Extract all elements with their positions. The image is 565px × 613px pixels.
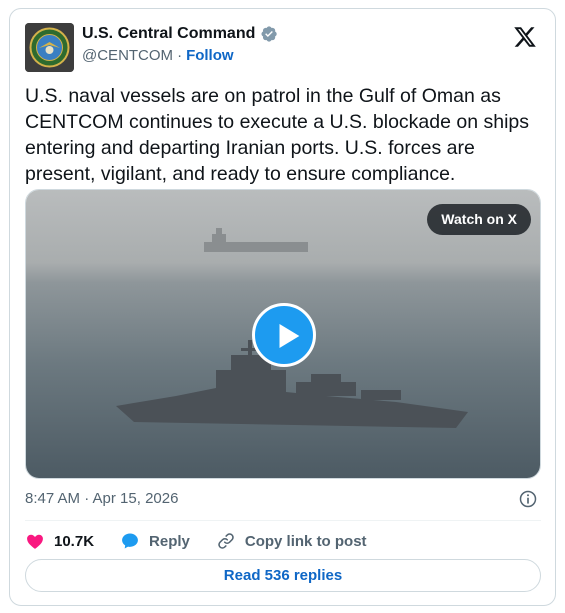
like-count: 10.7K bbox=[54, 532, 95, 550]
play-button[interactable] bbox=[252, 303, 316, 367]
follow-button[interactable]: Follow bbox=[186, 47, 234, 64]
copy-link-label: Copy link to post bbox=[244, 532, 367, 550]
author-handle[interactable]: @CENTCOM bbox=[82, 47, 173, 64]
author-display-name[interactable]: U.S. Central Command bbox=[82, 25, 255, 43]
divider bbox=[25, 520, 541, 521]
video-player[interactable]: Watch on X bbox=[25, 189, 541, 479]
link-icon bbox=[218, 533, 234, 549]
author-handle-row: @CENTCOM · Follow bbox=[82, 47, 234, 64]
read-replies-button[interactable]: Read 536 replies bbox=[25, 559, 541, 592]
post-text: U.S. naval vessels are on patrol in the … bbox=[25, 85, 529, 185]
post-card: U.S. Central Command @CENTCOM · Follow U… bbox=[9, 8, 556, 606]
like-button[interactable]: 10.7K bbox=[25, 531, 94, 551]
x-logo-icon[interactable] bbox=[513, 25, 537, 49]
info-icon[interactable] bbox=[518, 489, 538, 509]
verified-badge-icon bbox=[260, 25, 278, 43]
separator-dot: · bbox=[177, 47, 183, 64]
copy-link-button[interactable]: Copy link to post bbox=[216, 531, 367, 551]
heart-icon bbox=[27, 534, 43, 549]
watch-on-x-button[interactable]: Watch on X bbox=[427, 204, 531, 235]
reply-label: Reply bbox=[149, 532, 190, 550]
reply-bubble-icon bbox=[122, 533, 138, 549]
avatar[interactable] bbox=[25, 23, 74, 72]
reply-button[interactable]: Reply bbox=[120, 531, 190, 551]
centcom-seal-icon bbox=[25, 23, 74, 72]
post-timestamp[interactable]: 8:47 AM · Apr 15, 2026 bbox=[25, 490, 178, 507]
play-icon bbox=[279, 323, 300, 349]
author-name-row: U.S. Central Command bbox=[82, 25, 278, 43]
post-meta: 8:47 AM · Apr 15, 2026 bbox=[25, 489, 541, 511]
post-actions: 10.7K Reply Copy link to post bbox=[25, 529, 541, 553]
